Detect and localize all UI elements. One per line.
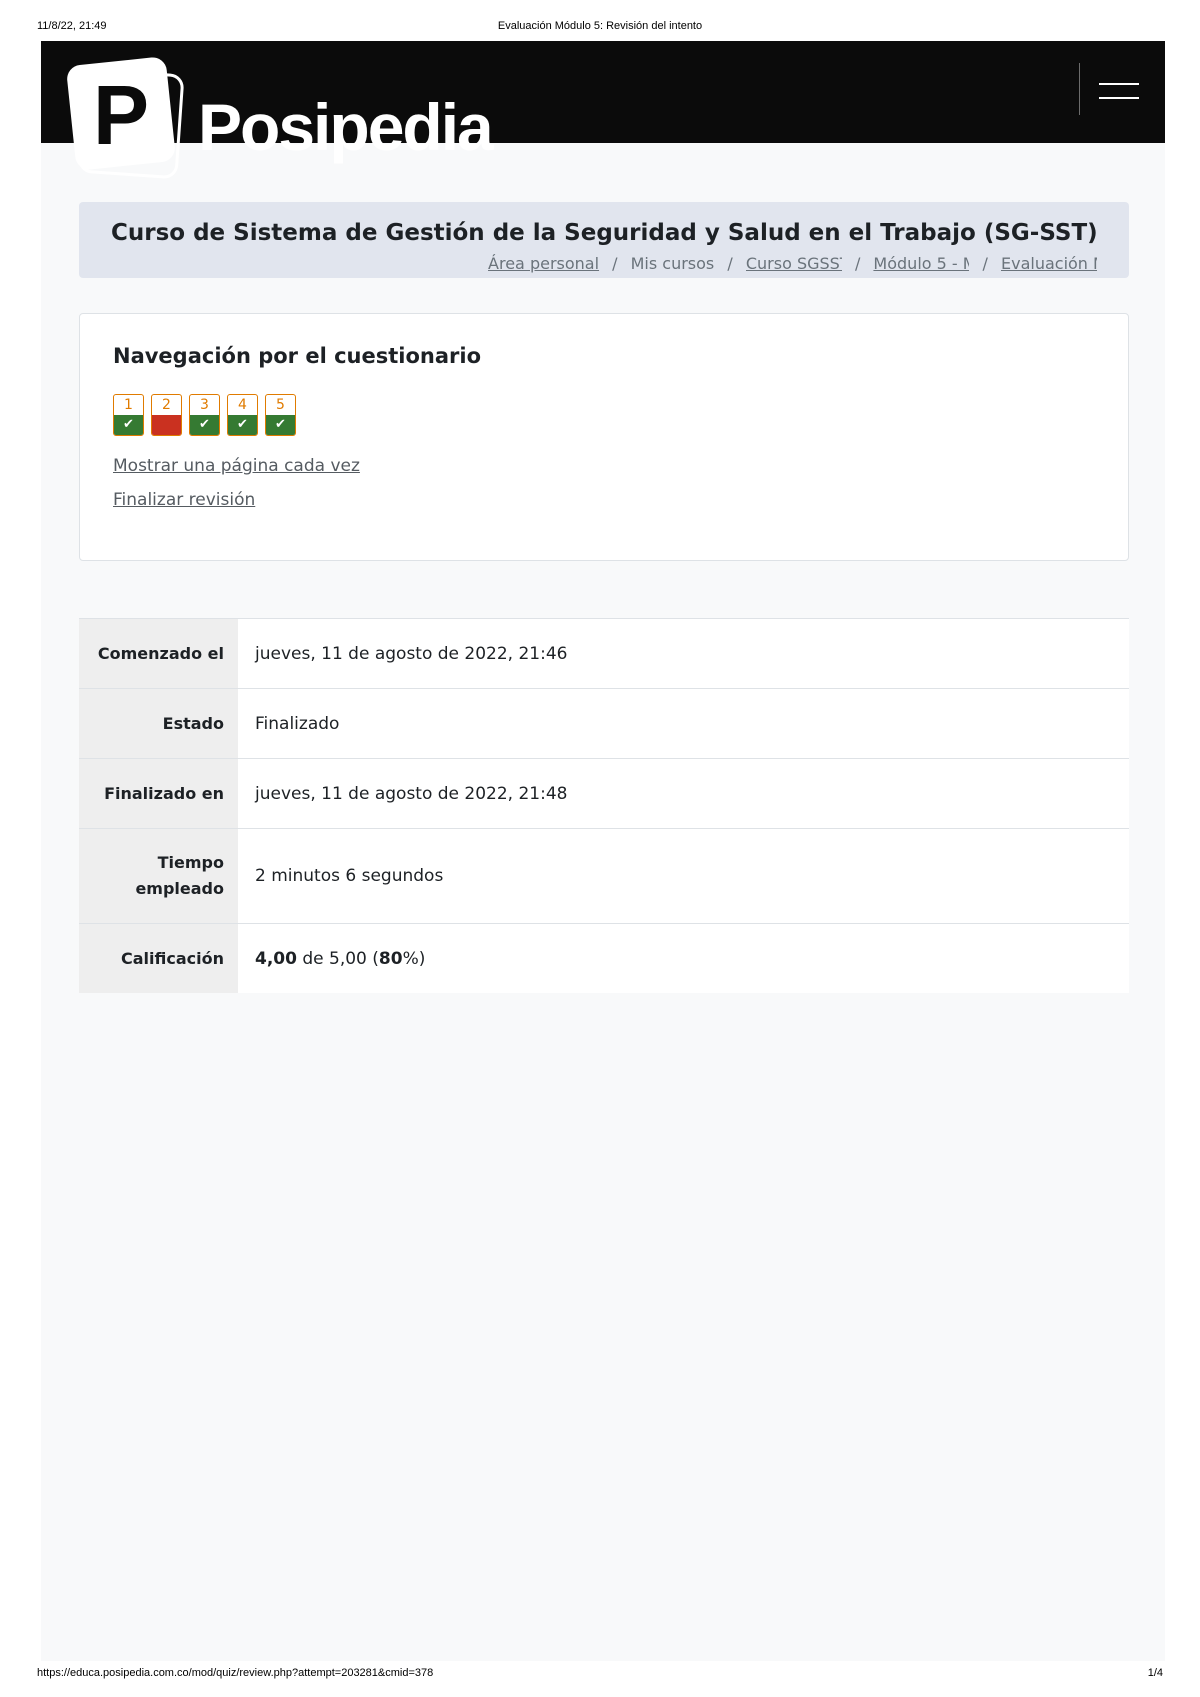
site-logo[interactable]: P Posipedia bbox=[63, 56, 494, 211]
print-url: https://educa.posipedia.com.co/mod/quiz/… bbox=[37, 1667, 434, 1679]
question-number: 5 bbox=[276, 397, 285, 413]
breadcrumb-area-personal[interactable]: Área personal bbox=[488, 254, 599, 273]
breadcrumb-separator: / bbox=[982, 254, 988, 273]
grade-out-of: de 5,00 ( bbox=[302, 948, 379, 969]
check-icon: ✔ bbox=[114, 415, 143, 435]
nav-divider bbox=[1079, 63, 1080, 115]
incorrect-state-indicator bbox=[152, 415, 181, 435]
check-icon: ✔ bbox=[266, 415, 295, 435]
grade-score: 4,00 bbox=[255, 948, 297, 969]
breadcrumb-separator: / bbox=[612, 254, 618, 273]
grade-percent-suffix: %) bbox=[402, 948, 426, 969]
grade-percent: 80 bbox=[378, 948, 403, 969]
breadcrumb-mis-cursos: Mis cursos bbox=[630, 254, 715, 273]
finished-value: jueves, 11 de agosto de 2022, 21:48 bbox=[255, 783, 568, 804]
breadcrumb-modulo[interactable]: Módulo 5 - M bbox=[873, 254, 969, 273]
logo-text: Posipedia bbox=[198, 90, 494, 164]
quiz-navigation-card: Navegación por el cuestionario 1 ✔ 2 3 ✔… bbox=[79, 313, 1129, 561]
question-button-4[interactable]: 4 ✔ bbox=[227, 394, 258, 436]
show-one-page-link[interactable]: Mostrar una página cada vez bbox=[113, 456, 360, 476]
grade-label: Calificación bbox=[79, 924, 238, 993]
hamburger-line bbox=[1099, 83, 1139, 85]
logo-letter: P bbox=[93, 68, 150, 162]
breadcrumb-separator: / bbox=[854, 254, 861, 273]
summary-row-finished: Finalizado en jueves, 11 de agosto de 20… bbox=[79, 759, 1129, 829]
hamburger-line bbox=[1099, 97, 1139, 99]
hamburger-menu-icon[interactable] bbox=[1099, 81, 1139, 103]
started-label: Comenzado el bbox=[79, 619, 238, 688]
summary-row-started: Comenzado el jueves, 11 de agosto de 202… bbox=[79, 619, 1129, 689]
time-taken-label: Tiempo empleado bbox=[79, 829, 238, 923]
breadcrumb-evaluacion[interactable]: Evaluación M bbox=[1001, 254, 1097, 273]
summary-row-grade: Calificación 4,00 de 5,00 (80%) bbox=[79, 924, 1129, 993]
time-taken-value: 2 minutos 6 segundos bbox=[255, 866, 444, 886]
print-footer: https://educa.posipedia.com.co/mod/quiz/… bbox=[0, 1667, 1200, 1683]
question-number: 2 bbox=[162, 397, 171, 413]
print-page-number: 1/4 bbox=[1147, 1667, 1163, 1679]
question-button-3[interactable]: 3 ✔ bbox=[189, 394, 220, 436]
question-button-2[interactable]: 2 bbox=[151, 394, 182, 436]
time-taken-label-line-1: Tiempo bbox=[157, 853, 224, 872]
attempt-summary-table: Comenzado el jueves, 11 de agosto de 202… bbox=[79, 618, 1129, 993]
print-title: Evaluación Módulo 5: Revisión del intent… bbox=[497, 20, 703, 32]
grade-value: 4,00 de 5,00 (80%) bbox=[255, 924, 425, 993]
course-title: Curso de Sistema de Gestión de la Seguri… bbox=[111, 220, 1098, 246]
time-taken-label-line-2: empleado bbox=[135, 879, 224, 898]
summary-row-state: Estado Finalizado bbox=[79, 689, 1129, 759]
finished-label: Finalizado en bbox=[79, 759, 238, 828]
breadcrumb-separator: / bbox=[727, 254, 733, 273]
check-icon: ✔ bbox=[190, 415, 219, 435]
state-label: Estado bbox=[79, 689, 238, 758]
navbar: P Posipedia bbox=[41, 41, 1165, 180]
question-button-1[interactable]: 1 ✔ bbox=[113, 394, 144, 436]
quiz-navigation-title: Navegación por el cuestionario bbox=[113, 344, 482, 368]
page: P Posipedia Curso de Sistema de Gestión … bbox=[41, 41, 1165, 1661]
course-header: Curso de Sistema de Gestión de la Seguri… bbox=[79, 202, 1129, 278]
question-button-5[interactable]: 5 ✔ bbox=[265, 394, 296, 436]
state-value: Finalizado bbox=[255, 713, 340, 734]
started-value: jueves, 11 de agosto de 2022, 21:46 bbox=[255, 643, 568, 664]
question-number: 1 bbox=[124, 397, 133, 413]
finish-review-link[interactable]: Finalizar revisión bbox=[113, 490, 255, 510]
summary-row-time-taken: Tiempo empleado 2 minutos 6 segundos bbox=[79, 829, 1129, 924]
breadcrumb: Área personal / Mis cursos / Curso SGSST… bbox=[488, 254, 1097, 273]
print-header: 11/8/22, 21:49 Evaluación Módulo 5: Revi… bbox=[0, 20, 1200, 36]
breadcrumb-curso[interactable]: Curso SGSST: bbox=[746, 254, 842, 273]
check-icon: ✔ bbox=[228, 415, 257, 435]
question-number: 4 bbox=[238, 397, 247, 413]
question-number: 3 bbox=[200, 397, 209, 413]
